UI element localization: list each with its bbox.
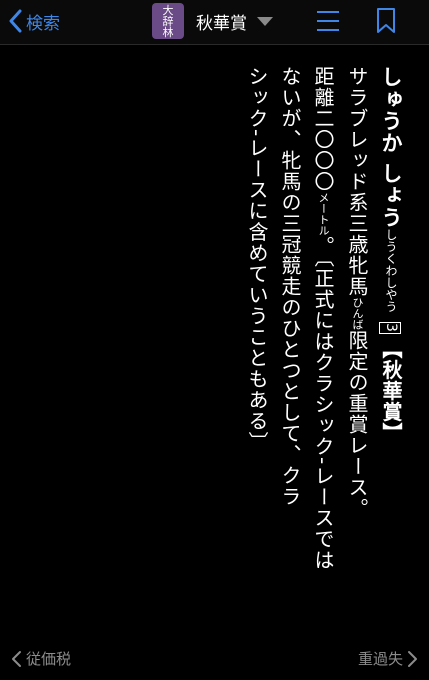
back-label: 検索 xyxy=(26,13,60,34)
chevron-left-icon xyxy=(12,650,21,667)
dictionary-logo: 大 辞 林 xyxy=(152,3,184,39)
historical-reading: しうくわしやう xyxy=(384,228,398,313)
ruby-reading: ひんば xyxy=(351,297,364,330)
definition-text: シック-レースに含めていうこともある〕 xyxy=(245,66,269,453)
entry-title-dropdown[interactable]: 秋華賞 xyxy=(196,9,273,34)
bookmark-icon xyxy=(377,8,395,33)
caret-down-icon xyxy=(257,16,273,26)
headword: しゅうか しょう xyxy=(379,66,403,229)
definition-text: 距離二〇〇〇 xyxy=(311,66,335,192)
sense-number: 3 xyxy=(379,322,401,335)
definition-text: ないが、牝馬の三冠競走のひとつとして、クラ xyxy=(278,66,302,507)
entry-body: しゅうか しょうしうくわしやう 3 【秋華賞】 サラブレッド系三歳牝馬ひんば限定の重… xyxy=(240,66,407,586)
unit-label: メートル xyxy=(317,192,330,236)
logo-char: 辞 xyxy=(162,14,174,28)
page-title: 秋華賞 xyxy=(196,13,247,34)
definition-text: サラブレッド系三歳牝馬 xyxy=(345,66,369,297)
prev-entry-button[interactable]: 従価税 xyxy=(10,648,71,669)
definition-text: 限定の重賞レース。 xyxy=(345,330,369,519)
definition-text: 。〔正式にはクラシック-レースでは xyxy=(311,236,335,571)
top-toolbar: 検索 大 辞 林 秋華賞 xyxy=(0,0,429,45)
next-entry-button[interactable]: 重過失 xyxy=(358,648,419,669)
bookmark-button[interactable] xyxy=(376,8,396,34)
logo-char: 林 xyxy=(162,25,174,39)
logo-char: 大 xyxy=(162,3,174,17)
kanji-notation: 【秋華賞】 xyxy=(379,338,403,444)
footer-nav: 従価税 重過失 xyxy=(0,640,429,676)
menu-button[interactable] xyxy=(316,10,340,32)
back-button[interactable]: 検索 xyxy=(8,8,60,34)
chevron-left-icon xyxy=(8,9,22,33)
next-entry-label: 重過失 xyxy=(357,650,403,668)
list-icon xyxy=(317,11,339,31)
chevron-right-icon xyxy=(408,650,417,667)
prev-entry-label: 従価税 xyxy=(26,650,72,668)
